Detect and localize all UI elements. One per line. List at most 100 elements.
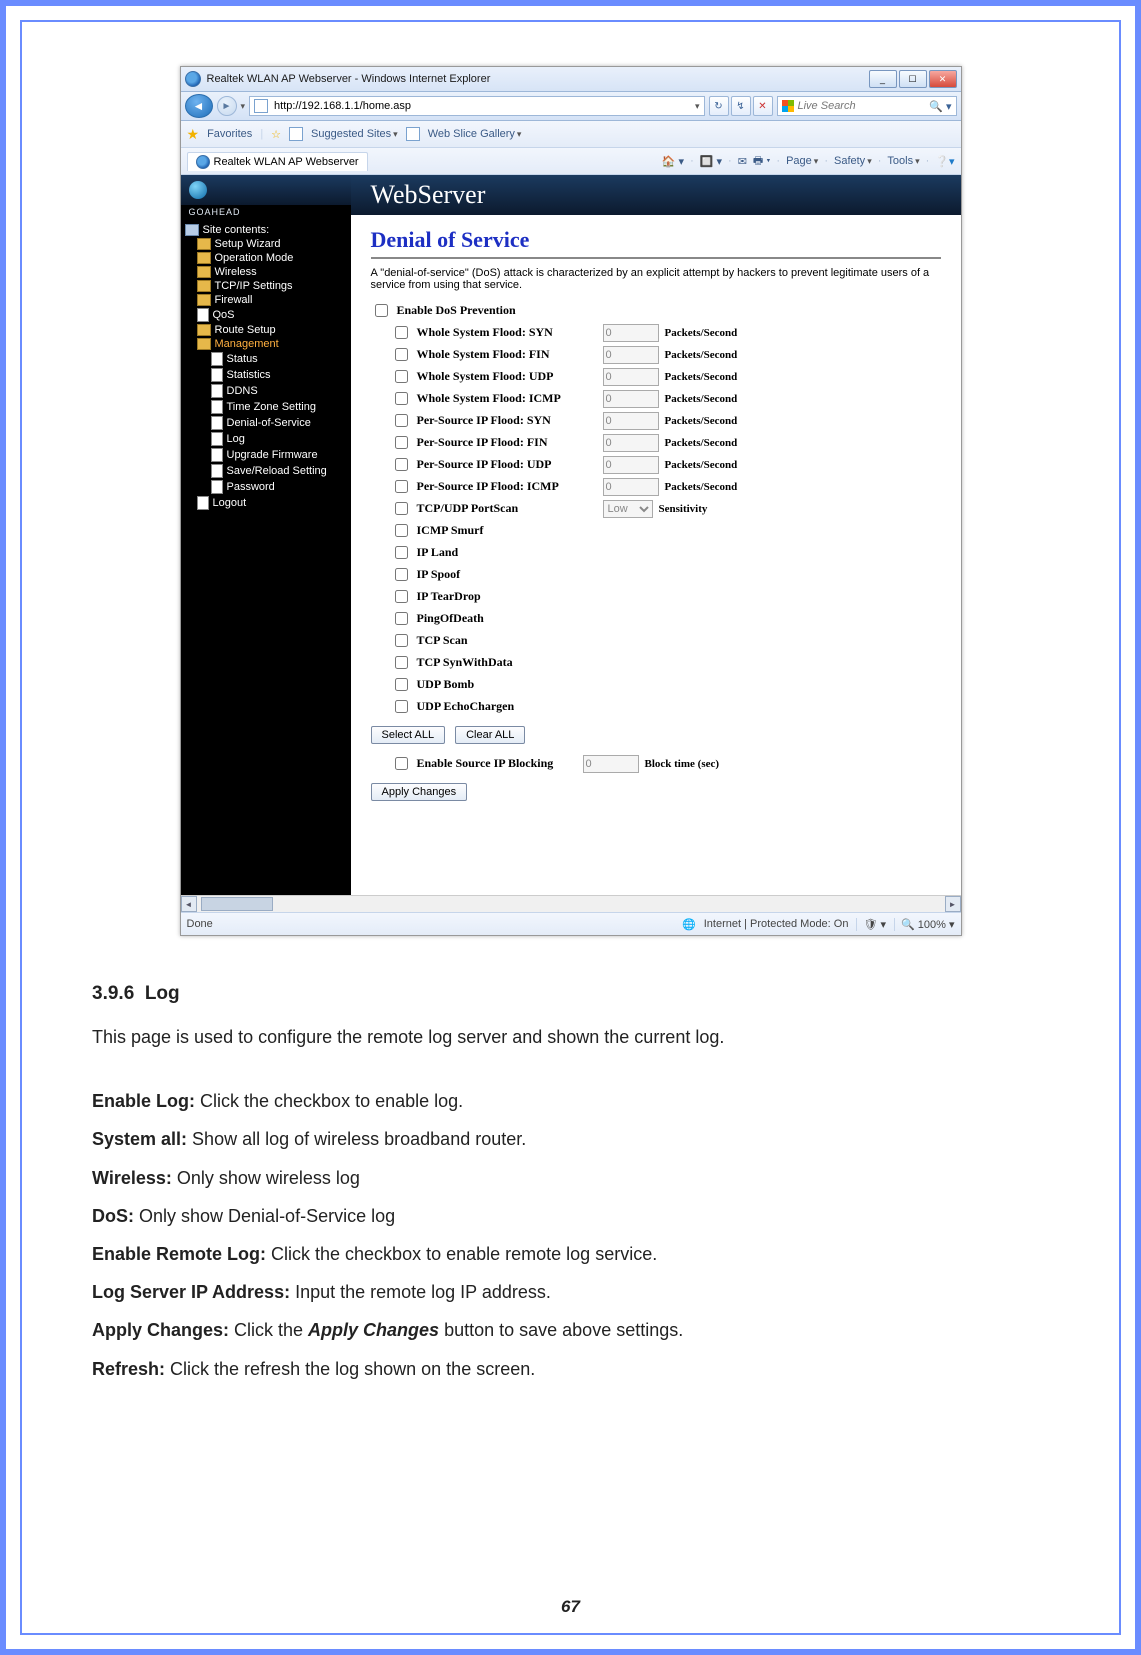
- definition-line: DoS: Only show Denial-of-Service log: [92, 1199, 1049, 1233]
- nav-back-button[interactable]: ◄: [185, 94, 213, 118]
- scroll-left-icon[interactable]: ◄: [181, 896, 197, 912]
- maximize-button[interactable]: ☐: [899, 70, 927, 88]
- nav-item[interactable]: Operation Mode: [185, 251, 347, 265]
- flag-checkbox[interactable]: [395, 546, 408, 559]
- row-input[interactable]: [603, 456, 659, 474]
- flag-checkbox[interactable]: [395, 612, 408, 625]
- stop-icon[interactable]: ✕: [753, 96, 773, 116]
- scroll-thumb[interactable]: [201, 897, 273, 911]
- flag-checkbox[interactable]: [395, 524, 408, 537]
- scroll-right-icon[interactable]: ►: [945, 896, 961, 912]
- row-checkbox[interactable]: [395, 392, 408, 405]
- select-all-button[interactable]: Select ALL: [371, 726, 446, 744]
- doc-icon: [211, 400, 223, 414]
- row-checkbox[interactable]: [395, 458, 408, 471]
- url-input[interactable]: [272, 98, 691, 114]
- header-banner: WebServer: [351, 175, 961, 215]
- section-heading: 3.9.6 Log: [92, 976, 1049, 1012]
- flag-checkbox[interactable]: [395, 634, 408, 647]
- favorites-label[interactable]: Favorites: [207, 128, 252, 140]
- row-input[interactable]: [603, 390, 659, 408]
- flag-checkbox[interactable]: [395, 590, 408, 603]
- row-input[interactable]: [603, 412, 659, 430]
- flag-checkbox[interactable]: [395, 656, 408, 669]
- page-menu[interactable]: Page: [786, 155, 818, 167]
- row-checkbox[interactable]: [395, 370, 408, 383]
- row-unit: Packets/Second: [665, 415, 738, 427]
- minimize-button[interactable]: _: [869, 70, 897, 88]
- row-checkbox[interactable]: [395, 326, 408, 339]
- nav-item[interactable]: Management: [185, 337, 347, 351]
- flag-row: ICMP Smurf: [391, 521, 941, 540]
- row-input[interactable]: [603, 368, 659, 386]
- nav-item[interactable]: Time Zone Setting: [185, 399, 347, 415]
- clear-all-button[interactable]: Clear ALL: [455, 726, 525, 744]
- row-checkbox[interactable]: [395, 480, 408, 493]
- flag-checkbox[interactable]: [395, 568, 408, 581]
- row-checkbox[interactable]: [395, 436, 408, 449]
- tools-menu[interactable]: Tools: [887, 155, 919, 167]
- logo-banner: [181, 175, 351, 205]
- feeds-icon[interactable]: 🔲 ▾: [700, 155, 722, 168]
- compat-icon[interactable]: ↯: [731, 96, 751, 116]
- search-box[interactable]: Live Search 🔍 ▾: [777, 96, 957, 116]
- nav-item[interactable]: Route Setup: [185, 323, 347, 337]
- nav-item[interactable]: Logout: [185, 495, 347, 511]
- nav-forward-button[interactable]: ►: [217, 96, 237, 116]
- nav-item[interactable]: Upgrade Firmware: [185, 447, 347, 463]
- url-field-wrapper[interactable]: ▾: [249, 96, 704, 116]
- web-slice-link[interactable]: Web Slice Gallery: [428, 128, 522, 140]
- browser-tab[interactable]: Realtek WLAN AP Webserver: [187, 152, 368, 171]
- portscan-select[interactable]: Low: [603, 500, 653, 518]
- row-unit: Packets/Second: [665, 327, 738, 339]
- search-icon[interactable]: 🔍 ▾: [929, 100, 951, 113]
- page-icon: [254, 99, 268, 113]
- zoom-control[interactable]: 🔍 100% ▾: [894, 918, 954, 931]
- nav-item[interactable]: Log: [185, 431, 347, 447]
- nav-item[interactable]: TCP/IP Settings: [185, 279, 347, 293]
- nav-item[interactable]: QoS: [185, 307, 347, 323]
- flag-checkbox[interactable]: [395, 678, 408, 691]
- row-unit: Packets/Second: [665, 393, 738, 405]
- protected-mode-icon[interactable]: 🛡 ▾: [856, 918, 886, 931]
- row-input[interactable]: [603, 478, 659, 496]
- row-checkbox[interactable]: [395, 348, 408, 361]
- address-bar: ◄ ► ▾ ▾ ↻ ↯ ✕ Live Search: [181, 92, 961, 121]
- definition-line: Refresh: Click the refresh the log shown…: [92, 1352, 1049, 1386]
- row-input[interactable]: [603, 324, 659, 342]
- suggested-sites-link[interactable]: Suggested Sites: [311, 128, 398, 140]
- nav-item[interactable]: Password: [185, 479, 347, 495]
- row-input[interactable]: [603, 346, 659, 364]
- definition-line: System all: Show all log of wireless bro…: [92, 1122, 1049, 1156]
- nav-item[interactable]: Wireless: [185, 265, 347, 279]
- flag-label: UDP Bomb: [417, 677, 597, 692]
- source-ip-blocking-checkbox[interactable]: [395, 757, 408, 770]
- flag-label: UDP EchoChargen: [417, 699, 597, 714]
- refresh-icon[interactable]: ↻: [709, 96, 729, 116]
- nav-item[interactable]: Firewall: [185, 293, 347, 307]
- nav-item[interactable]: Status: [185, 351, 347, 367]
- enable-dos-checkbox[interactable]: [375, 304, 388, 317]
- flag-row: TCP SynWithData: [391, 653, 941, 672]
- safety-menu[interactable]: Safety: [834, 155, 872, 167]
- doc-icon: [211, 352, 223, 366]
- nav-item[interactable]: Save/Reload Setting: [185, 463, 347, 479]
- block-time-input[interactable]: [583, 755, 639, 773]
- portscan-checkbox[interactable]: [395, 502, 408, 515]
- horizontal-scrollbar[interactable]: ◄ ►: [181, 895, 961, 912]
- row-input[interactable]: [603, 434, 659, 452]
- apply-changes-button[interactable]: Apply Changes: [371, 783, 468, 801]
- nav-item[interactable]: Statistics: [185, 367, 347, 383]
- flag-checkbox[interactable]: [395, 700, 408, 713]
- favorites-star-icon[interactable]: ★: [187, 126, 200, 143]
- help-icon[interactable]: ❔▾: [935, 155, 954, 168]
- nav-item[interactable]: DDNS: [185, 383, 347, 399]
- row-checkbox[interactable]: [395, 414, 408, 427]
- nav-item[interactable]: Denial-of-Service: [185, 415, 347, 431]
- print-icon[interactable]: 🖶 ▾: [753, 152, 771, 171]
- mail-icon[interactable]: ✉: [738, 155, 747, 168]
- nav-item[interactable]: Setup Wizard: [185, 237, 347, 251]
- close-button[interactable]: ✕: [929, 70, 957, 88]
- home-icon[interactable]: 🏠 ▾: [662, 155, 684, 168]
- computer-icon: [185, 224, 199, 236]
